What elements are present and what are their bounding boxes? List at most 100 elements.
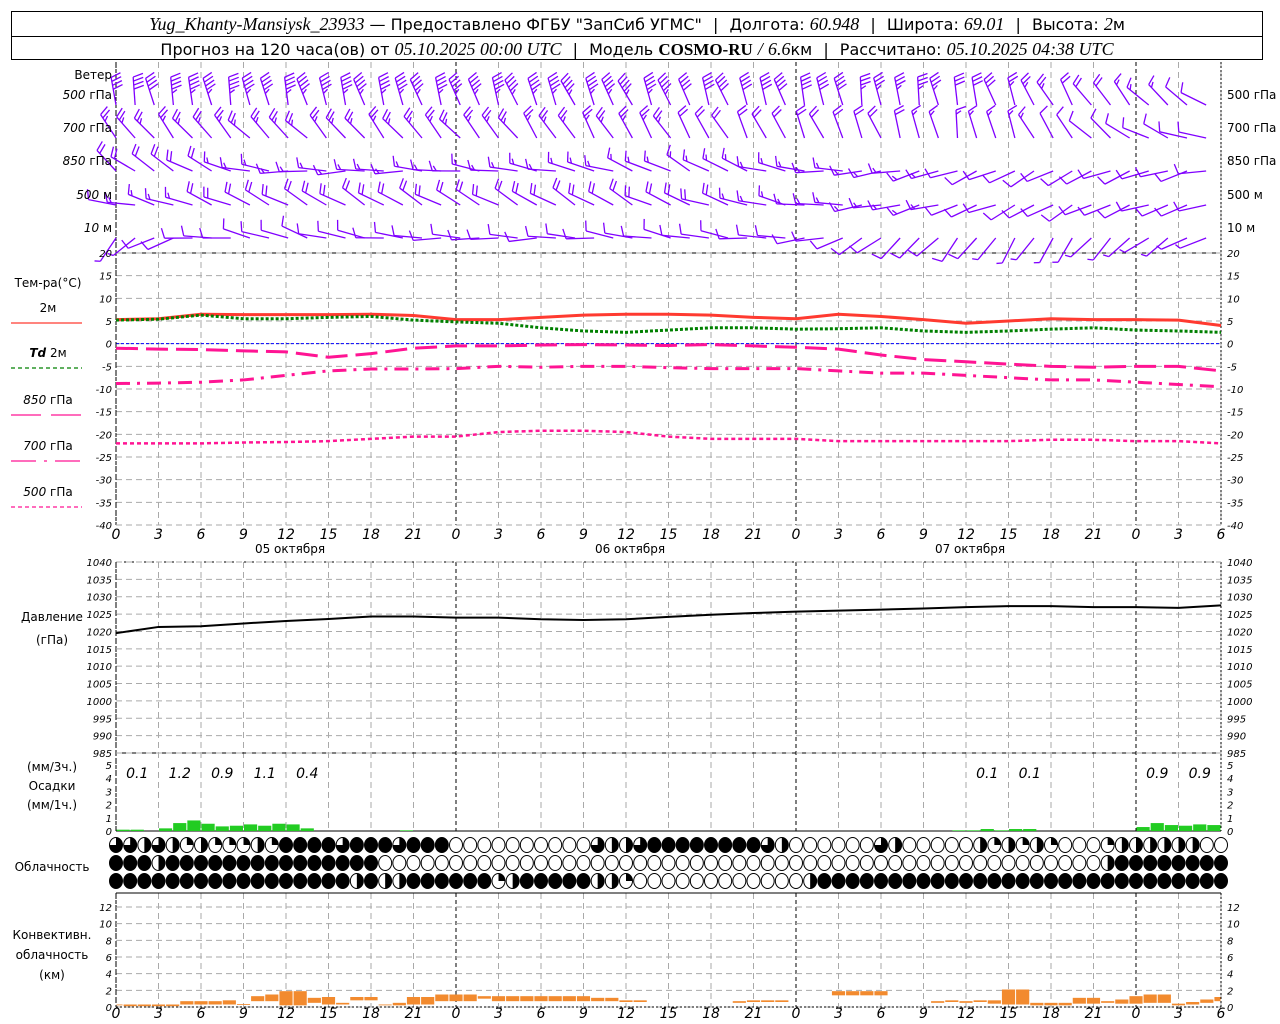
barb-tick xyxy=(410,159,414,170)
barb-tick xyxy=(381,88,387,94)
cloud-symbol xyxy=(576,855,591,871)
wind-barb xyxy=(1134,167,1169,178)
barb-tick xyxy=(555,180,561,191)
wind-barb xyxy=(1052,237,1073,263)
cloud-circle xyxy=(704,837,718,853)
barb-staff xyxy=(377,191,404,206)
barb-staff xyxy=(283,77,289,106)
cloud-circle xyxy=(760,855,775,871)
barb-tick xyxy=(133,108,140,119)
x-tick-label: 3 xyxy=(494,527,503,543)
y-tick-label-left: 995 xyxy=(93,714,112,725)
barb-tick xyxy=(414,183,418,195)
x-tick-label: 6 xyxy=(877,1006,886,1022)
barb-tick xyxy=(759,71,770,79)
convective-bar xyxy=(1072,997,1086,1004)
wind-barb xyxy=(808,105,825,139)
barb-tick xyxy=(886,206,894,216)
barb-tick xyxy=(246,88,252,94)
cloud-circle xyxy=(321,855,336,871)
barb-tick xyxy=(929,110,935,116)
wind-barb xyxy=(659,224,690,239)
wind-barb xyxy=(1092,73,1112,106)
cloud-symbol xyxy=(208,873,223,889)
cloud-symbol xyxy=(1058,837,1073,853)
wind-barb xyxy=(455,179,480,206)
cloud-symbol xyxy=(789,837,803,853)
convective-bar xyxy=(1143,994,1157,1003)
barb-tick xyxy=(331,117,334,124)
barb-tick xyxy=(609,178,614,189)
cloud-circle xyxy=(959,837,973,853)
barb-tick xyxy=(1129,83,1132,90)
cloud-symbol xyxy=(1058,873,1073,889)
cloud-symbol xyxy=(279,873,293,889)
x-tick-label: 15 xyxy=(320,527,338,543)
cloud-circle xyxy=(179,873,194,889)
barb-tick xyxy=(704,79,714,87)
barb-staff xyxy=(227,119,251,139)
wind-barb xyxy=(497,108,519,139)
cloud-circle xyxy=(250,855,265,871)
cloud-symbol xyxy=(1214,855,1228,871)
wind-barb xyxy=(318,71,332,106)
barb-tick xyxy=(982,174,990,184)
cloud-circle xyxy=(1185,855,1200,871)
cloud-fill xyxy=(172,837,180,853)
y-tick-label-right: 6 xyxy=(1227,953,1233,964)
wind-barb xyxy=(700,220,729,239)
cloud-symbol xyxy=(250,855,265,871)
barb-tick xyxy=(281,215,285,227)
barb-tick xyxy=(943,208,952,218)
barb-tick xyxy=(248,181,253,193)
wind-barb xyxy=(1020,204,1054,218)
x-tick-label: 3 xyxy=(1174,527,1183,543)
cloud-symbol xyxy=(123,873,138,889)
cloud-symbol xyxy=(406,873,421,889)
wind-level-label-left: 10 м xyxy=(84,221,112,235)
x-tick-label: 6 xyxy=(197,1006,206,1022)
cloud-symbol xyxy=(661,837,676,853)
wind-barb xyxy=(677,105,691,139)
cloud-symbol xyxy=(1086,873,1101,889)
barb-staff xyxy=(678,79,691,106)
cloud-symbol xyxy=(293,855,308,871)
cloud-symbol xyxy=(562,873,577,889)
barb-staff xyxy=(677,112,691,139)
cloud-symbol xyxy=(590,873,605,889)
barb-tick xyxy=(515,182,519,194)
wind-barb xyxy=(795,104,807,139)
barb-tick xyxy=(322,184,326,196)
precip-bar xyxy=(272,823,286,831)
barb-tick xyxy=(112,83,123,90)
convective-bar xyxy=(435,994,449,1002)
wind-barb xyxy=(1148,75,1169,106)
wind-barb xyxy=(241,71,255,106)
barb-tick xyxy=(1105,113,1109,124)
cloud-circle xyxy=(392,855,407,871)
cloud-fill xyxy=(626,873,633,881)
cloud-fill xyxy=(810,873,817,889)
conv-axis-label: Конвективн. xyxy=(13,928,92,942)
precip-bar xyxy=(952,830,966,831)
wind-barb xyxy=(284,110,308,139)
barb-tick xyxy=(171,84,182,90)
barb-tick xyxy=(166,149,169,161)
barb-staff xyxy=(814,167,843,172)
cloud-circle xyxy=(165,873,180,889)
cloud-circle xyxy=(1001,873,1016,889)
precip-bar xyxy=(300,828,314,831)
barb-staff xyxy=(1160,170,1188,183)
barb-tick xyxy=(1040,214,1050,222)
convective-bar xyxy=(591,997,605,1002)
convective-bar xyxy=(137,1004,151,1007)
y-tick-label-right: 995 xyxy=(1227,714,1246,725)
x-tick-label: 15 xyxy=(660,527,678,543)
barb-tick xyxy=(1056,106,1064,116)
cloud-symbol xyxy=(859,855,874,871)
convective-bar xyxy=(350,997,364,1001)
wind-barb xyxy=(917,72,929,106)
barb-tick xyxy=(511,180,516,192)
cloud-fill xyxy=(1150,837,1157,853)
barb-tick xyxy=(413,164,418,171)
